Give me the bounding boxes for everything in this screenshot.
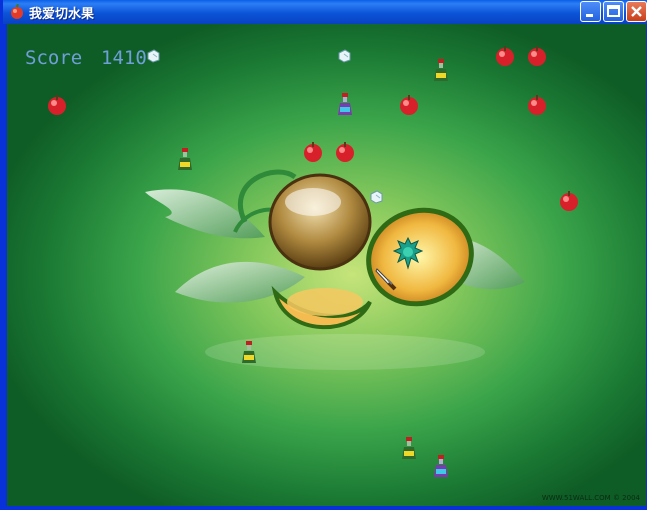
app-icon [11, 4, 23, 19]
apple-icon[interactable] [527, 45, 547, 67]
game-canvas[interactable]: Score 1410 WWW.51WALL.COM © 2004 [7, 24, 646, 506]
yellow-potion-icon[interactable] [433, 59, 449, 83]
yellow-potion-icon[interactable] [177, 148, 193, 172]
purple-potion-icon[interactable] [433, 455, 449, 479]
maximize-button[interactable] [603, 1, 624, 22]
purple-potion-icon[interactable] [337, 93, 353, 117]
ice-cube-icon[interactable] [369, 190, 383, 204]
game-window: 我爱切水果 Score 1410 WWW.51WALL.COM © 2004 [0, 0, 647, 510]
score-label: Score [25, 47, 83, 69]
yellow-potion-icon[interactable] [241, 341, 257, 365]
apple-icon[interactable] [527, 94, 547, 116]
apple-icon[interactable] [559, 190, 579, 212]
title-bar[interactable]: 我爱切水果 [3, 0, 647, 24]
apple-icon[interactable] [399, 94, 419, 116]
apple-icon[interactable] [47, 94, 67, 116]
watermark-text: WWW.51WALL.COM © 2004 [541, 494, 640, 502]
apple-icon[interactable] [303, 141, 323, 163]
apple-icon[interactable] [335, 141, 355, 163]
score-value: 1410 [101, 47, 147, 69]
yellow-potion-icon[interactable] [401, 437, 417, 461]
melon-centerpiece [145, 169, 525, 370]
minimize-button[interactable] [580, 1, 601, 22]
ice-cube-icon[interactable] [146, 49, 160, 63]
maximize-icon [607, 5, 620, 17]
window-title: 我爱切水果 [29, 7, 95, 22]
close-button[interactable] [626, 1, 647, 22]
minimize-icon [586, 14, 593, 17]
close-icon [631, 6, 642, 17]
cactus-bomb-icon[interactable] [393, 236, 423, 270]
ice-cube-icon[interactable] [337, 49, 351, 63]
knife-cursor-icon [375, 268, 397, 291]
apple-icon[interactable] [495, 45, 515, 67]
